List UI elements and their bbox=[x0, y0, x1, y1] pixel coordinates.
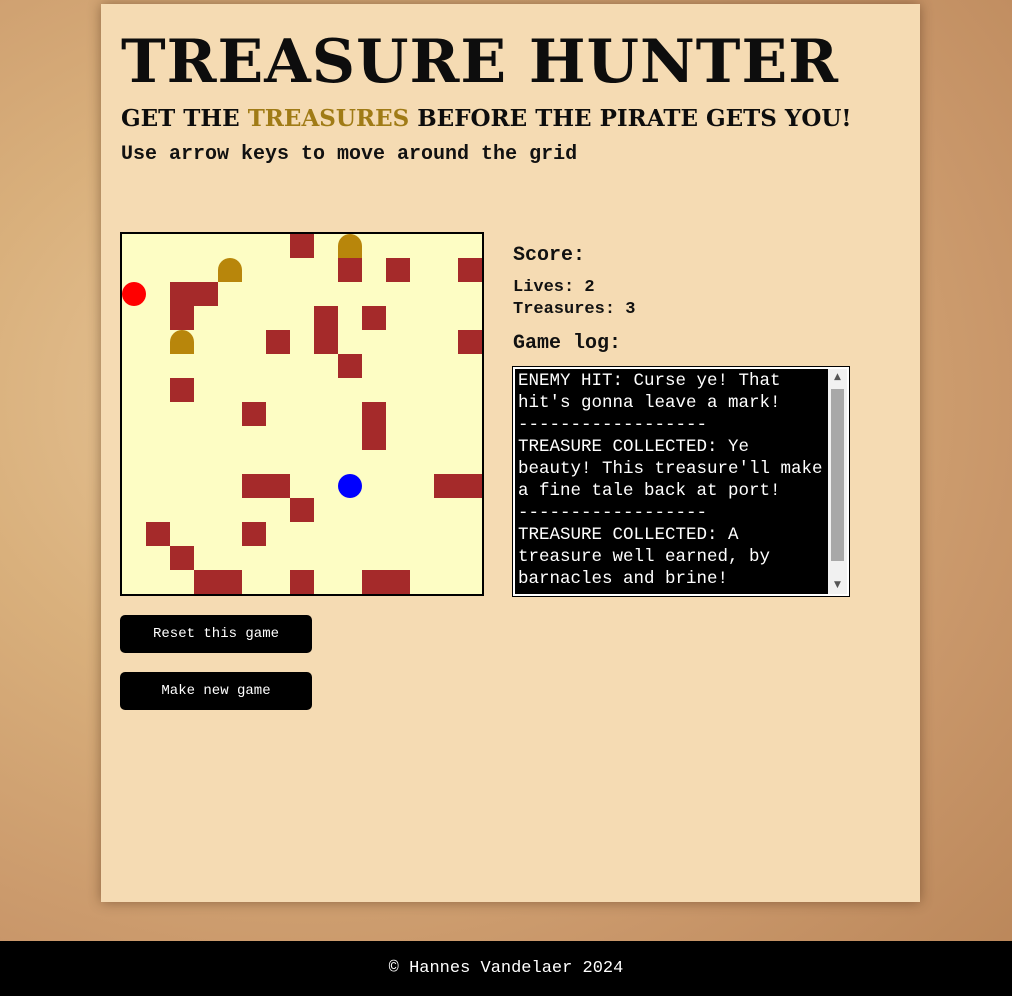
player-token bbox=[338, 474, 362, 498]
scroll-down-arrow-icon[interactable]: ▼ bbox=[828, 577, 847, 594]
wall-tile bbox=[458, 258, 482, 282]
game-log-content: ENEMY HIT: Curse ye! That hit's gonna le… bbox=[518, 370, 828, 590]
wall-tile bbox=[434, 474, 458, 498]
subtitle-end: BEFORE THE PIRATE GETS YOU! bbox=[409, 105, 852, 132]
treasure-chest-icon bbox=[338, 234, 362, 258]
game-log-label: Game log: bbox=[513, 332, 622, 355]
wall-tile bbox=[170, 378, 194, 402]
wall-tile bbox=[458, 330, 482, 354]
wall-tile bbox=[242, 522, 266, 546]
game-log-scrollbar[interactable]: ▲ ▼ bbox=[828, 369, 847, 594]
scroll-thumb[interactable] bbox=[831, 389, 844, 561]
treasure-chest-icon bbox=[218, 258, 242, 282]
wall-tile bbox=[242, 402, 266, 426]
wall-tile bbox=[362, 306, 386, 330]
wall-tile bbox=[386, 258, 410, 282]
wall-tile bbox=[194, 282, 218, 306]
log-entry: TREASURE COLLECTED: A treasure well earn… bbox=[518, 525, 771, 589]
subtitle-highlight: TREASURES bbox=[247, 105, 410, 132]
wall-tile bbox=[170, 282, 194, 306]
copyright-text: © Hannes Vandelaer 2024 bbox=[388, 959, 624, 978]
page-title: TREASURE HUNTER bbox=[121, 27, 840, 97]
wall-tile bbox=[314, 330, 338, 354]
wall-tile bbox=[362, 570, 386, 594]
wall-tile bbox=[266, 330, 290, 354]
page-subtitle: GET THE TREASURES BEFORE THE PIRATE GETS… bbox=[121, 104, 852, 134]
game-log[interactable]: ENEMY HIT: Curse ye! That hit's gonna le… bbox=[512, 366, 850, 597]
scroll-up-arrow-icon[interactable]: ▲ bbox=[828, 369, 847, 386]
wall-tile bbox=[362, 426, 386, 450]
instructions-text: Use arrow keys to move around the grid bbox=[121, 143, 578, 166]
wall-tile bbox=[362, 402, 386, 426]
log-entry: ENEMY HIT: Curse ye! That hit's gonna le… bbox=[518, 371, 781, 413]
wall-tile bbox=[290, 234, 314, 258]
footer: © Hannes Vandelaer 2024 bbox=[0, 941, 1012, 996]
wall-tile bbox=[170, 306, 194, 330]
log-entry: TREASURE COLLECTED: Ye beauty! This trea… bbox=[518, 437, 823, 501]
wall-tile bbox=[146, 522, 170, 546]
new-game-button[interactable]: Make new game bbox=[120, 672, 312, 710]
game-panel: TREASURE HUNTER GET THE TREASURES BEFORE… bbox=[101, 4, 920, 902]
log-separator: ------------------ bbox=[518, 503, 708, 523]
wall-tile bbox=[314, 306, 338, 330]
wall-tile bbox=[458, 474, 482, 498]
treasures-counter: Treasures: 3 bbox=[513, 300, 636, 319]
wall-tile bbox=[218, 570, 242, 594]
wall-tile bbox=[266, 474, 290, 498]
subtitle-start: GET THE bbox=[121, 105, 248, 132]
pirate-enemy-token bbox=[122, 282, 146, 306]
wall-tile bbox=[170, 546, 194, 570]
reset-game-button[interactable]: Reset this game bbox=[120, 615, 312, 653]
wall-tile bbox=[290, 570, 314, 594]
game-board[interactable] bbox=[120, 232, 484, 596]
wall-tile bbox=[338, 258, 362, 282]
score-label: Score: bbox=[513, 244, 586, 267]
wall-tile bbox=[338, 354, 362, 378]
wall-tile bbox=[290, 498, 314, 522]
wall-tile bbox=[386, 570, 410, 594]
wall-tile bbox=[194, 570, 218, 594]
lives-counter: Lives: 2 bbox=[513, 278, 595, 297]
wall-tile bbox=[242, 474, 266, 498]
treasure-chest-icon bbox=[170, 330, 194, 354]
log-separator: ------------------ bbox=[518, 415, 708, 435]
